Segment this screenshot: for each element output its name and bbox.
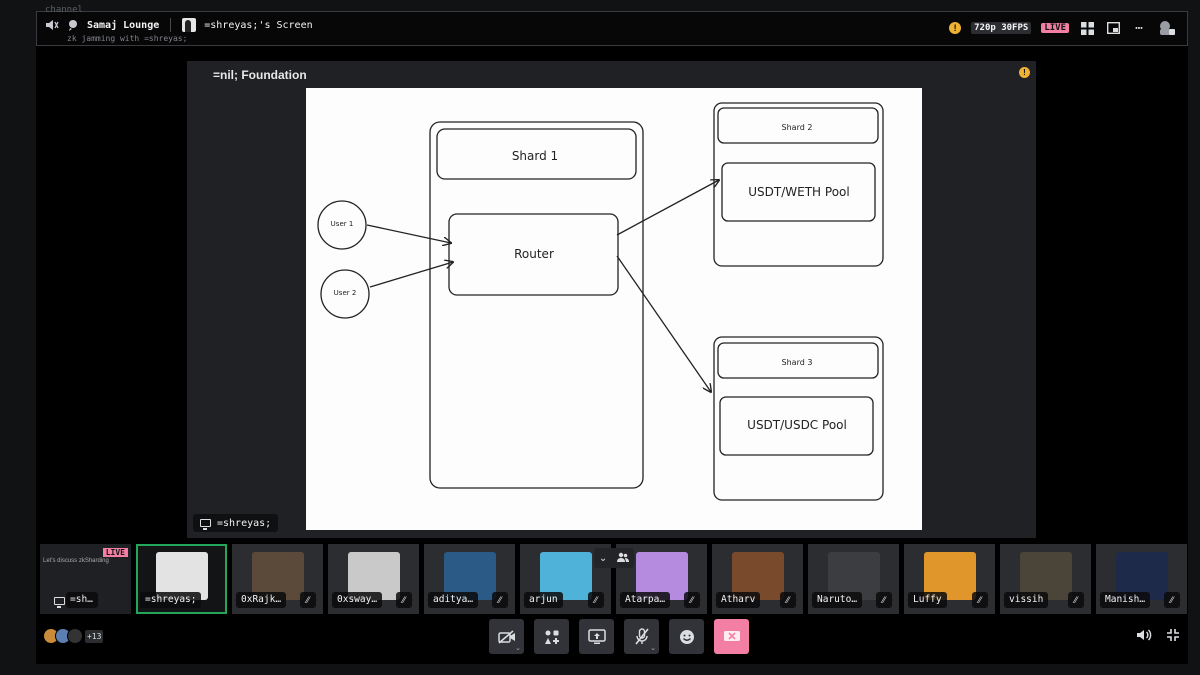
shard1-label: Shard 1 xyxy=(512,149,558,163)
diagram-canvas: Shard 1 Router User 1 User 2 Shard 2 USD… xyxy=(306,88,922,530)
router-label: Router xyxy=(514,247,554,261)
participant-tile[interactable]: aditya… ⁄⁄ xyxy=(424,544,515,614)
share-screen-button[interactable] xyxy=(579,619,614,654)
grid-layout-icon[interactable] xyxy=(1079,20,1095,36)
muted-icon: ⁄⁄ xyxy=(1068,592,1084,608)
mute-mic-button[interactable]: ⌄ xyxy=(624,619,659,654)
camera-off-icon xyxy=(497,629,515,644)
warning-icon[interactable]: ! xyxy=(1019,67,1030,78)
muted-icon: ⁄⁄ xyxy=(780,592,796,608)
muted-icon: ⁄⁄ xyxy=(396,592,412,608)
live-badge: LIVE xyxy=(102,548,128,557)
user2-label: User 2 xyxy=(334,289,357,297)
screen-share-icon xyxy=(54,597,65,608)
presenter-name: =shreyas; xyxy=(217,517,272,529)
muted-icon: ⁄⁄ xyxy=(588,592,604,608)
chevron-down-icon[interactable]: ⌄ xyxy=(650,644,656,652)
usdc-pool-label: USDT/USDC Pool xyxy=(747,418,847,432)
participant-tile[interactable]: =shreyas; xyxy=(136,544,227,614)
divider xyxy=(170,18,172,32)
stream-header: channel Samaj Lounge =shreyas;'s Screen … xyxy=(36,5,1188,46)
muted-icon: ⁄⁄ xyxy=(972,592,988,608)
arrow-user2-router xyxy=(369,262,453,288)
participant-name: Manish… xyxy=(1100,592,1151,608)
muted-icon: ⁄⁄ xyxy=(492,592,508,608)
participant-name: Atarpa… xyxy=(620,592,671,608)
chevron-down-icon: ⌄ xyxy=(598,552,608,564)
muted-icon: ⁄⁄ xyxy=(684,592,700,608)
participant-tile[interactable]: 0xsway… ⁄⁄ xyxy=(328,544,419,614)
participant-tile[interactable]: Atharv ⁄⁄ xyxy=(712,544,803,614)
speaker-muted-icon[interactable] xyxy=(45,19,59,31)
participant-name: aditya… xyxy=(428,592,479,608)
participant-name: =sh… xyxy=(66,592,98,608)
participant-name: Luffy xyxy=(908,592,947,608)
muted-icon: ⁄⁄ xyxy=(876,592,892,608)
participant-tile[interactable]: 0xRajk… ⁄⁄ xyxy=(232,544,323,614)
avatar xyxy=(67,628,83,644)
arrow-router-shard2 xyxy=(616,180,719,236)
channel-label: channel xyxy=(45,5,83,15)
call-controls: ⌄ ⌄ xyxy=(489,619,749,654)
live-badge: LIVE xyxy=(1041,23,1069,33)
participant-tile[interactable]: Manish… ⁄⁄ xyxy=(1096,544,1187,614)
participant-name: Atharv xyxy=(716,592,761,608)
exit-fullscreen-icon[interactable] xyxy=(1166,628,1180,645)
muted-icon: ⁄⁄ xyxy=(300,592,316,608)
stop-stream-icon xyxy=(723,630,740,641)
more-options-icon[interactable]: ⋯ xyxy=(1131,20,1147,36)
user1-label: User 1 xyxy=(331,220,354,228)
stream-quality-badge: 720p 30FPS xyxy=(971,22,1032,34)
voice-channel-icon xyxy=(67,19,79,31)
avatar xyxy=(182,18,197,32)
screen-share-icon xyxy=(200,519,211,530)
screen-title: =shreyas;'s Screen xyxy=(204,19,313,31)
warning-icon[interactable]: ! xyxy=(949,22,962,34)
leave-stream-button[interactable] xyxy=(714,619,749,654)
activities-icon xyxy=(544,630,559,644)
participant-name: Naruto… xyxy=(812,592,863,608)
presenter-tag: =shreyas; xyxy=(193,514,279,532)
participant-tile[interactable]: Luffy ⁄⁄ xyxy=(904,544,995,614)
participant-name: 0xsway… xyxy=(332,592,383,608)
preview-text: Let's discuss zkSharding xyxy=(43,558,109,564)
viewer-avatars[interactable]: +13 xyxy=(43,628,104,644)
weth-pool-label: USDT/WETH Pool xyxy=(748,185,849,199)
emoji-button[interactable] xyxy=(669,619,704,654)
participant-name: 0xRajk… xyxy=(236,592,287,608)
shard2-label: Shard 2 xyxy=(782,123,813,132)
arrow-user1-router xyxy=(366,224,451,243)
participant-name: arjun xyxy=(524,592,563,608)
channel-subtitle: zk jamming with =shreyas; xyxy=(67,34,188,43)
volume-icon[interactable] xyxy=(1136,628,1152,645)
architecture-diagram: Shard 1 Router User 1 User 2 Shard 2 USD… xyxy=(317,102,884,501)
shard3-label: Shard 3 xyxy=(782,358,813,367)
emoji-icon xyxy=(679,629,694,644)
activities-button[interactable] xyxy=(534,619,569,654)
share-screen-icon xyxy=(587,628,606,644)
popout-icon[interactable] xyxy=(1105,20,1121,36)
shard1-container xyxy=(429,121,644,489)
user-settings-icon[interactable] xyxy=(1157,20,1177,36)
participant-tile[interactable]: Naruto… ⁄⁄ xyxy=(808,544,899,614)
users-icon xyxy=(617,552,630,565)
participant-tile[interactable]: vissih ⁄⁄ xyxy=(1000,544,1091,614)
chevron-down-icon[interactable]: ⌄ xyxy=(515,644,521,652)
view-controls xyxy=(1136,628,1180,645)
expand-participants-button[interactable]: ⌄ xyxy=(594,548,634,568)
muted-icon: ⁄⁄ xyxy=(1164,592,1180,608)
server-name[interactable]: Samaj Lounge xyxy=(87,20,159,31)
viewer-count-badge: +13 xyxy=(85,629,104,643)
camera-toggle-button[interactable]: ⌄ xyxy=(489,619,524,654)
participant-name: vissih xyxy=(1004,592,1049,608)
mic-off-icon xyxy=(634,628,649,645)
stream-preview-tile[interactable]: LIVE Let's discuss zkSharding =sh… xyxy=(40,544,131,614)
document-title: =nil; Foundation xyxy=(213,68,307,82)
participant-name: =shreyas; xyxy=(140,592,202,608)
arrow-router-shard3 xyxy=(616,255,711,392)
